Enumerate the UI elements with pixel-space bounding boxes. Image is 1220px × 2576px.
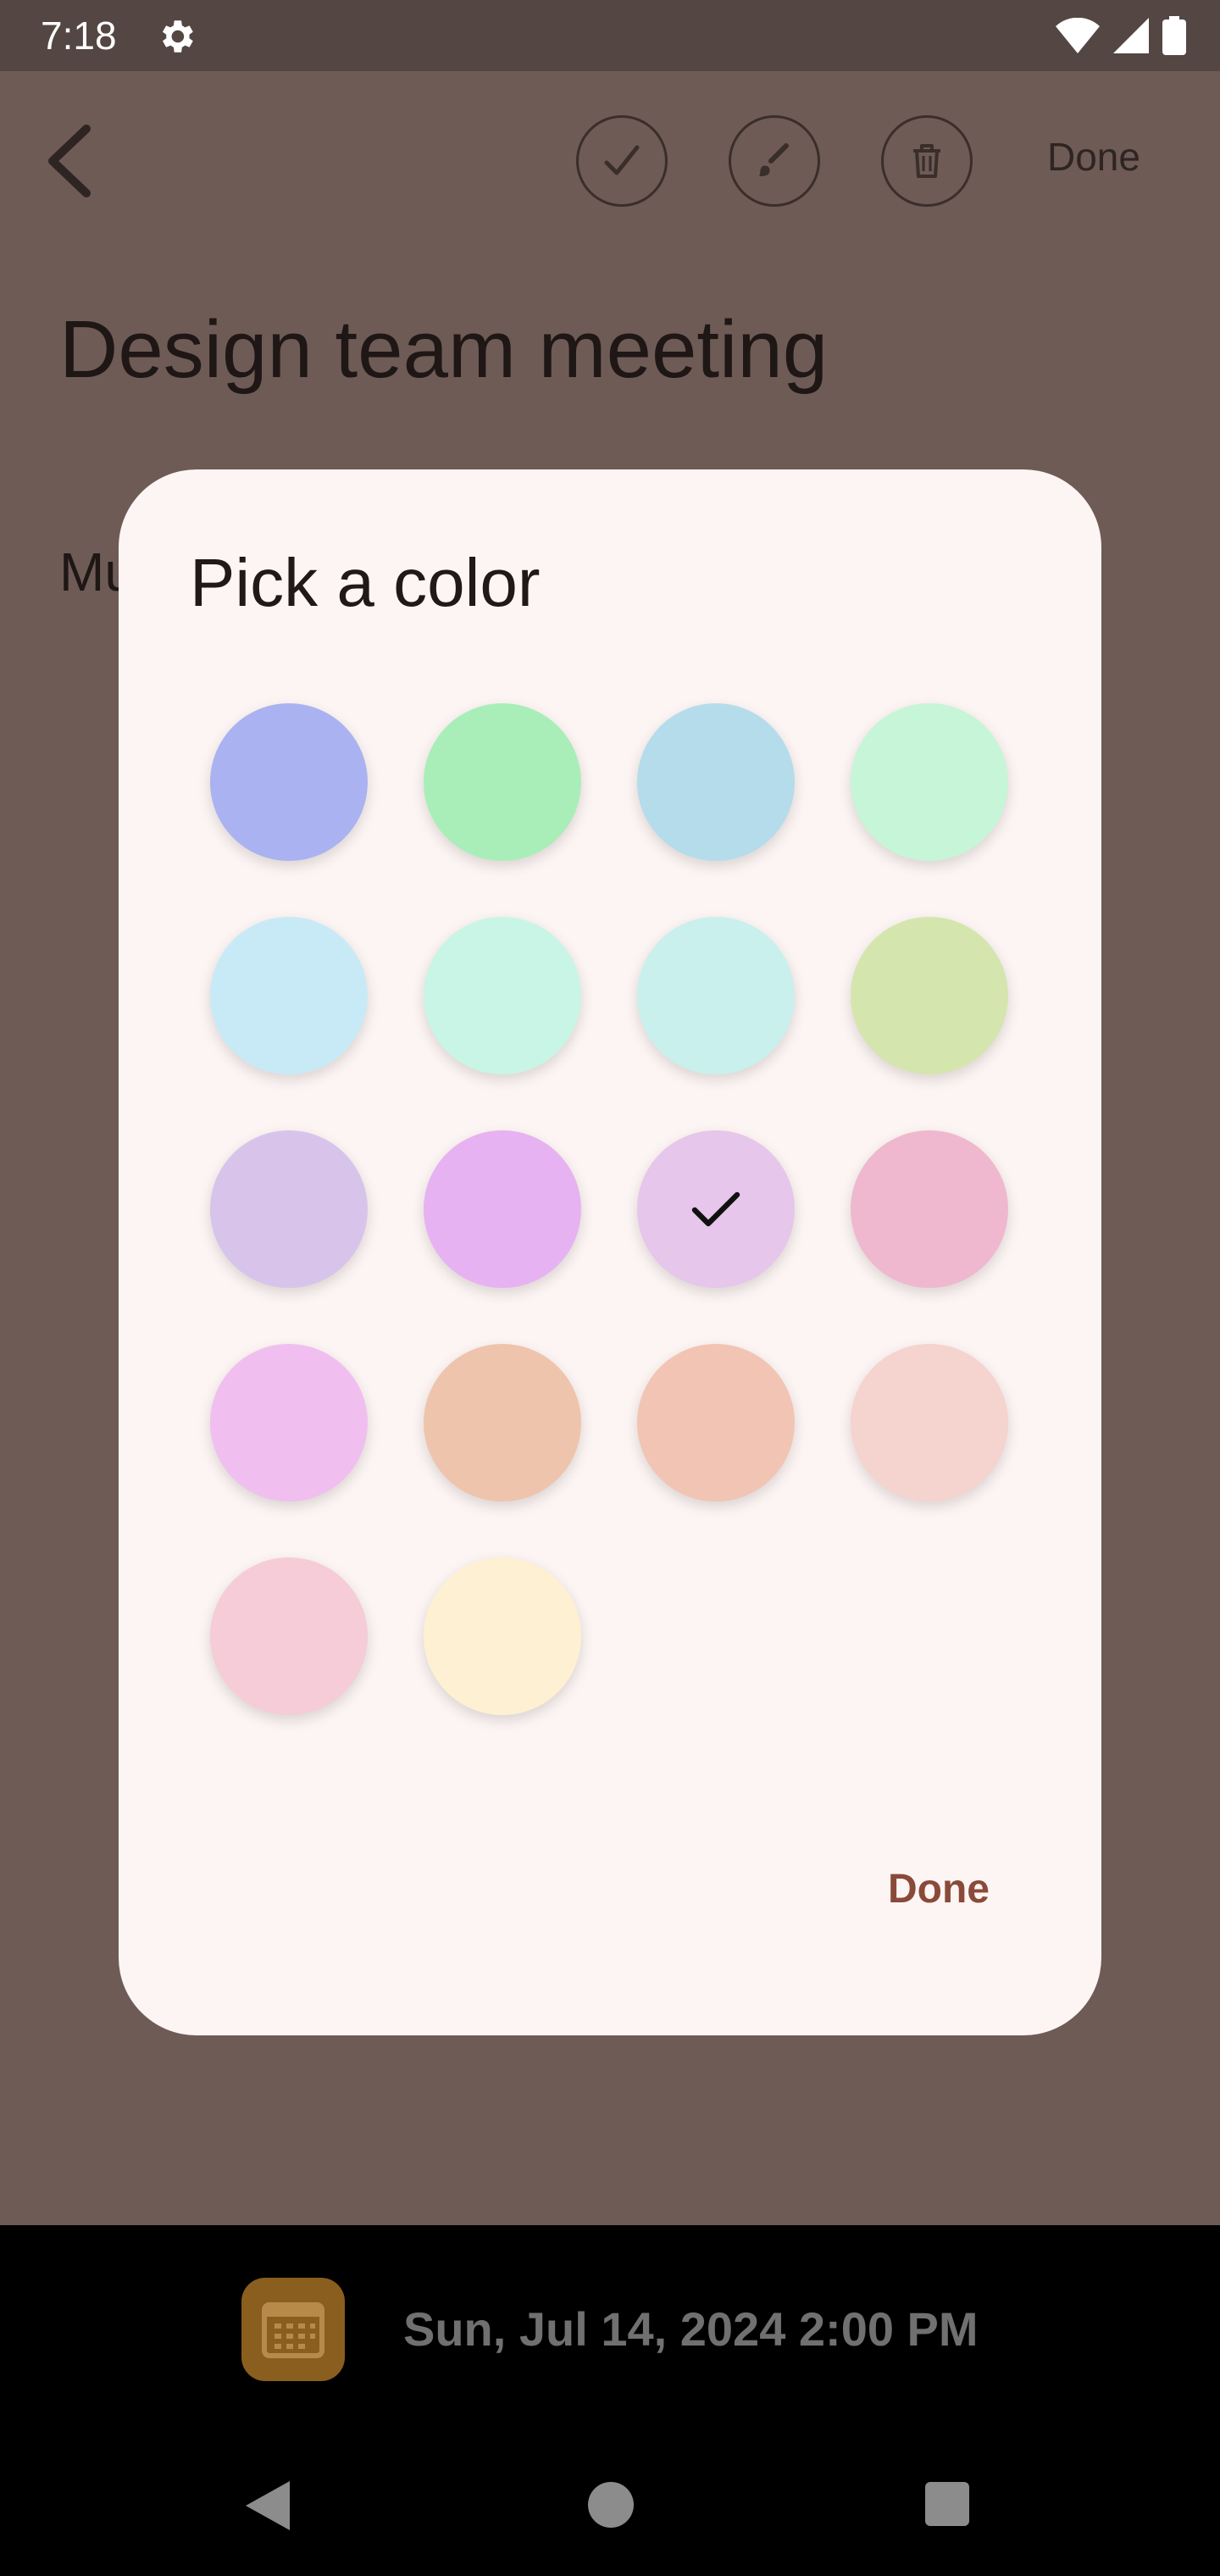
selected-check-icon bbox=[691, 1191, 740, 1227]
color-swatch[interactable] bbox=[851, 703, 1008, 861]
status-icons bbox=[1056, 12, 1186, 59]
color-swatch[interactable] bbox=[851, 1344, 1008, 1502]
color-swatch[interactable] bbox=[210, 917, 368, 1074]
reminder-datetime[interactable]: Sun, Jul 14, 2024 2:00 PM bbox=[403, 2301, 979, 2357]
status-bar: 7:18 bbox=[0, 0, 1220, 71]
nav-back-icon[interactable] bbox=[242, 2478, 293, 2534]
dialog-title: Pick a color bbox=[190, 545, 541, 620]
color-swatch[interactable] bbox=[851, 917, 1008, 1074]
dialog-done-button[interactable]: Done bbox=[888, 1866, 990, 1913]
color-swatch[interactable] bbox=[210, 1344, 368, 1502]
color-swatch[interactable] bbox=[424, 1557, 581, 1715]
color-swatch[interactable] bbox=[637, 1344, 795, 1502]
color-swatch[interactable] bbox=[424, 703, 581, 861]
complete-button[interactable] bbox=[576, 115, 668, 207]
check-icon bbox=[604, 145, 640, 175]
toolbar-done-button[interactable]: Done bbox=[1047, 134, 1140, 180]
settings-gear-icon bbox=[162, 20, 193, 53]
battery-icon bbox=[1162, 16, 1186, 55]
color-swatch[interactable] bbox=[424, 1344, 581, 1502]
note-title[interactable]: Design team meeting bbox=[59, 303, 828, 397]
color-swatch[interactable] bbox=[637, 703, 795, 861]
calendar-icon[interactable] bbox=[241, 2278, 345, 2381]
delete-button[interactable] bbox=[881, 115, 973, 207]
color-swatch[interactable] bbox=[424, 1130, 581, 1288]
calendar-glyph-icon bbox=[262, 2302, 324, 2358]
color-swatch[interactable] bbox=[424, 917, 581, 1074]
color-swatch[interactable] bbox=[210, 1557, 368, 1715]
color-swatch[interactable] bbox=[210, 1130, 368, 1288]
color-picker-dialog: Pick a color Done bbox=[119, 469, 1101, 2035]
color-swatch[interactable] bbox=[851, 1130, 1008, 1288]
signal-icon bbox=[1113, 18, 1149, 53]
nav-recents-icon[interactable] bbox=[925, 2482, 969, 2526]
color-swatch[interactable] bbox=[637, 917, 795, 1074]
nav-home-icon[interactable] bbox=[588, 2482, 634, 2528]
color-swatch-selected[interactable] bbox=[637, 1130, 795, 1288]
wifi-icon bbox=[1056, 18, 1100, 53]
status-time: 7:18 bbox=[41, 14, 117, 58]
color-brush-button[interactable] bbox=[729, 115, 820, 207]
trash-icon bbox=[913, 144, 940, 178]
color-swatch[interactable] bbox=[210, 703, 368, 861]
brush-icon bbox=[759, 143, 789, 176]
back-chevron-icon[interactable] bbox=[39, 119, 107, 203]
